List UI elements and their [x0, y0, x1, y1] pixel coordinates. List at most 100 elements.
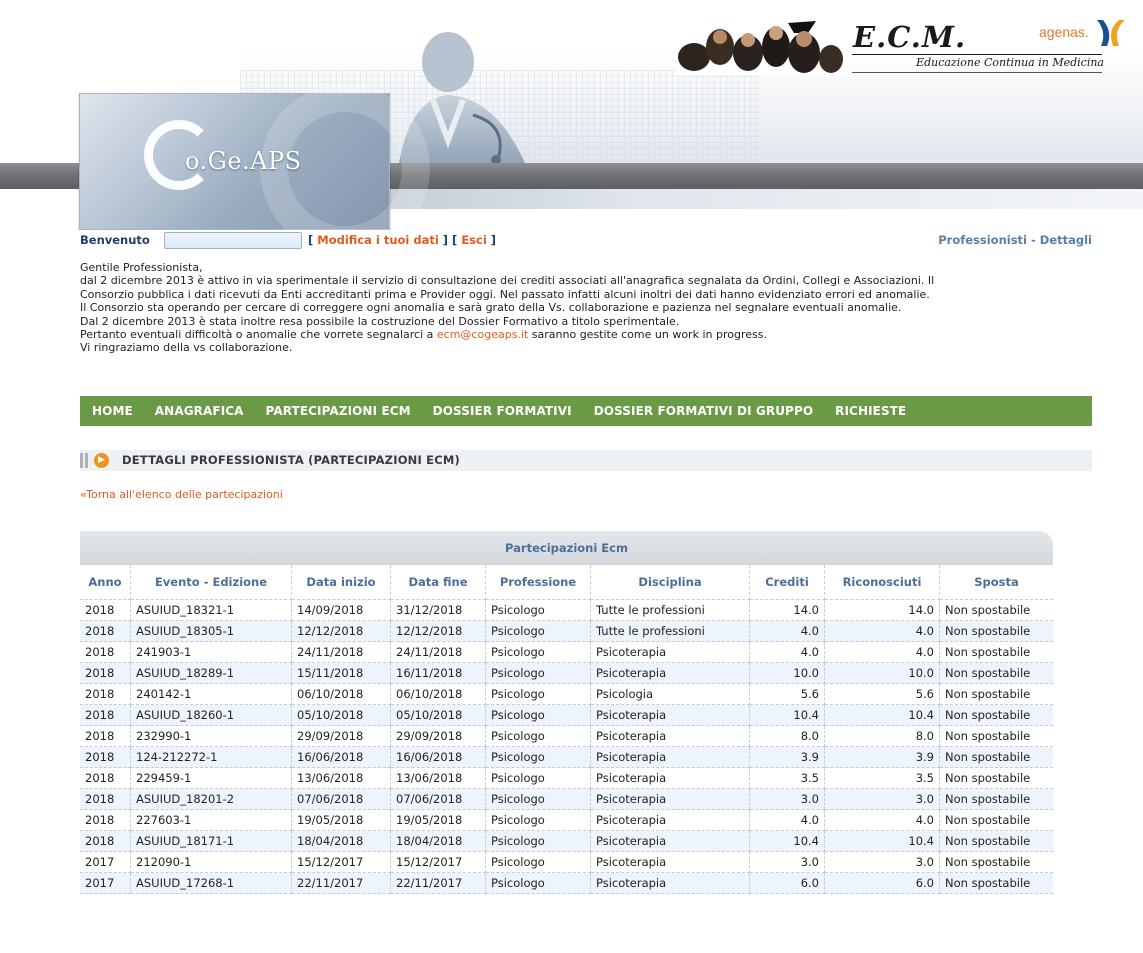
table-cell: Psicoterapia [590, 788, 750, 810]
table-row: 2018 124-212272-1 16/06/2018 16/06/2018 Psic… [80, 746, 1053, 768]
table-cell: 13/06/2018 [291, 767, 391, 789]
nav-home[interactable]: HOME [92, 404, 133, 418]
table-cell: Non spostabile [939, 809, 1053, 831]
table-cell: 3.0 [749, 788, 825, 810]
heading-bar-icon-2 [85, 453, 88, 468]
table-cell: 10.0 [749, 662, 825, 684]
table-cell: 07/06/2018 [291, 788, 391, 810]
table-cell: Psicologo [485, 662, 591, 684]
table-cell: 2018 [80, 662, 131, 684]
table-cell: 10.0 [824, 662, 940, 684]
table-cell: ASUIUD_17268-1 [130, 872, 292, 894]
agenas-logo-icon[interactable] [1093, 18, 1129, 48]
table-row: 2018 232990-1 29/09/2018 29/09/2018 Psicolog… [80, 725, 1053, 747]
table-cell: 07/06/2018 [390, 788, 486, 810]
back-to-list-link[interactable]: «Torna all'elenco delle partecipazioni [80, 488, 283, 501]
table-cell: Psicologo [485, 872, 591, 894]
nav-richieste[interactable]: RICHIESTE [835, 404, 906, 418]
table-cell: Psicologo [485, 788, 591, 810]
table-cell: 5.6 [749, 683, 825, 705]
table-cell: 5.6 [824, 683, 940, 705]
table-body: 2018 ASUIUD_18321-1 14/09/2018 31/12/2018 Ps… [80, 599, 1053, 894]
table-cell: 232990-1 [130, 725, 292, 747]
intro-line-7: Vi ringraziamo della vs collaborazione. [80, 341, 293, 355]
table-cell: 2018 [80, 725, 131, 747]
table-cell: Psicoterapia [590, 641, 750, 663]
table-cell: 16/06/2018 [291, 746, 391, 768]
table-cell: 2018 [80, 746, 131, 768]
table-row: 2017 ASUIUD_17268-1 22/11/2017 22/11/2017 Ps… [80, 872, 1053, 894]
logo-text: o.Ge.APS [185, 147, 302, 175]
header-light-band [388, 189, 1143, 209]
table-cell: 3.0 [824, 851, 940, 873]
table-cell: 29/09/2018 [291, 725, 391, 747]
table-row: 2018 ASUIUD_18305-1 12/12/2018 12/12/2018 Ps… [80, 620, 1053, 642]
table-cell: 2018 [80, 704, 131, 726]
column-header: Riconosciuti [824, 565, 940, 600]
table-cell: Non spostabile [939, 788, 1053, 810]
nav-partecipazioni-ecm[interactable]: PARTECIPAZIONI ECM [266, 404, 411, 418]
table-cell: 29/09/2018 [390, 725, 486, 747]
table-cell: 4.0 [824, 620, 940, 642]
column-header: Sposta [939, 565, 1053, 600]
table-cell: 229459-1 [130, 767, 292, 789]
table-cell: Psicologo [485, 767, 591, 789]
table-cell: 14.0 [824, 599, 940, 621]
table-cell: 2018 [80, 683, 131, 705]
intro-line-1: Gentile Professionista, [80, 261, 203, 274]
table-row: 2017 212090-1 15/12/2017 15/12/2017 Psicolog… [80, 851, 1053, 873]
edit-profile-link[interactable]: Modifica i tuoi dati [317, 233, 439, 247]
table-cell: 15/12/2017 [390, 851, 486, 873]
ecm-painting-image [676, 13, 844, 75]
table-cell: 3.0 [749, 851, 825, 873]
intro-line-5: Dal 2 dicembre 2013 è stata inoltre resa… [80, 314, 680, 328]
intro-line-6: Pertanto eventuali difficoltà o anomalie… [80, 328, 1100, 341]
table-cell: 16/06/2018 [390, 746, 486, 768]
table-cell: 124-212272-1 [130, 746, 292, 768]
table-row: 2018 241903-1 24/11/2018 24/11/2018 Psicolog… [80, 641, 1053, 663]
table-cell: 18/04/2018 [291, 830, 391, 852]
table-cell: ASUIUD_18289-1 [130, 662, 292, 684]
heading-bar-icon [80, 453, 83, 468]
cogeaps-logo[interactable]: o.Ge.APS [79, 84, 430, 230]
table-row: 2018 ASUIUD_18260-1 05/10/2018 05/10/2018 Ps… [80, 704, 1053, 726]
nav-anagrafica[interactable]: ANAGRAFICA [155, 404, 244, 418]
table-cell: Psicoterapia [590, 767, 750, 789]
table-cell: 2018 [80, 767, 131, 789]
table-cell: 24/11/2018 [291, 641, 391, 663]
table-row: 2018 229459-1 13/06/2018 13/06/2018 Psicolog… [80, 767, 1053, 789]
welcome-bar: Benvenuto [ Modifica i tuoi dati ] [ Esc… [80, 232, 1092, 250]
table-cell: Psicologo [485, 725, 591, 747]
table-cell: Psicologo [485, 641, 591, 663]
ecm-subtitle: Educazione Continua in Medicina [916, 56, 1104, 69]
nav-dossier-formativi-gruppo[interactable]: DOSSIER FORMATIVI DI GRUPPO [594, 404, 813, 418]
table-cell: Psicoterapia [590, 746, 750, 768]
table-cell: 8.0 [749, 725, 825, 747]
table-cell: 22/11/2017 [291, 872, 391, 894]
table-cell: Psicologo [485, 704, 591, 726]
participations-table: Partecipazioni Ecm Anno Evento - Edizione… [80, 531, 1053, 894]
email-link[interactable]: ecm@cogeaps.it [437, 328, 528, 341]
column-header: Disciplina [590, 565, 750, 600]
table-cell: 31/12/2018 [390, 599, 486, 621]
table-cell: Non spostabile [939, 662, 1053, 684]
intro-line-6-pre: Pertanto eventuali difficoltà o anomalie… [80, 328, 437, 342]
table-cell: 6.0 [749, 872, 825, 894]
intro-text: Gentile Professionista, dal 2 dicembre 2… [80, 261, 1100, 355]
table-cell: 2017 [80, 872, 131, 894]
intro-line-6-post: saranno gestite come un work in progress… [528, 328, 767, 342]
logout-link[interactable]: Esci [461, 233, 486, 247]
bracket-open: [ [308, 233, 318, 247]
participations-grid: Anno Evento - Edizione Data inizio Data fin… [80, 565, 1053, 894]
nav-dossier-formativi[interactable]: DOSSIER FORMATIVI [433, 404, 572, 418]
username-field [164, 232, 302, 249]
table-cell: Psicoterapia [590, 830, 750, 852]
ecm-title: E.C.M. [853, 20, 967, 54]
intro-line-4: Il Consorzio sta operando per cercare di… [80, 301, 902, 315]
table-row: 2018 ASUIUD_18321-1 14/09/2018 31/12/2018 Ps… [80, 599, 1053, 621]
table-cell: 4.0 [824, 641, 940, 663]
table-cell: 3.5 [749, 767, 825, 789]
table-cell: Non spostabile [939, 725, 1053, 747]
agenas-logo-text[interactable]: agenas. [1039, 24, 1089, 40]
table-cell: 3.9 [824, 746, 940, 768]
